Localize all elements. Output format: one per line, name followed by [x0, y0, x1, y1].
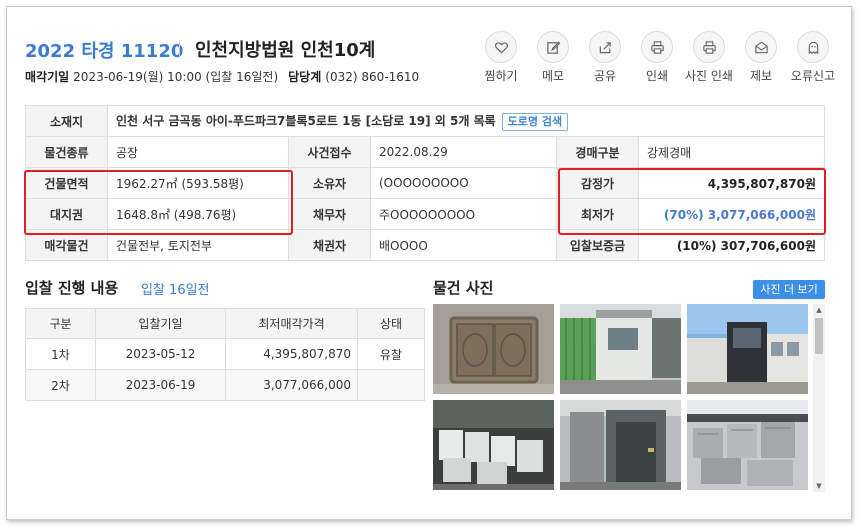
report-button[interactable]: 제보: [735, 31, 787, 84]
manager-label: 담당계: [288, 70, 322, 84]
mail-icon: [745, 31, 777, 63]
heart-icon: [485, 31, 517, 63]
road-search-button[interactable]: 도로명 검색: [501, 112, 569, 131]
row-round: 1차: [25, 338, 96, 370]
scroll-up-arrow-icon[interactable]: ▲: [813, 304, 825, 316]
gallery-scrollbar[interactable]: ▲ ▼: [813, 304, 825, 492]
print-button[interactable]: 인쇄: [631, 31, 683, 84]
owner-label: 소유자: [288, 167, 371, 199]
info-row-building: 건물면적 1962.27㎡ (593.58평) 소유자 (OOOOOOOOO 감…: [25, 167, 825, 199]
received-label: 사건접수: [288, 136, 371, 168]
min-price-label: 최저가: [556, 198, 639, 230]
favorite-button[interactable]: 찜하기: [475, 31, 527, 84]
debtor-label: 채무자: [288, 198, 371, 230]
property-info-table: 소재지 인천 서구 금곡동 아이-푸드파크7블록5로트 1동 [소담로 19] …: [25, 105, 825, 261]
bid-table-header: 구분 입찰기일 최저매각가격 상태: [25, 308, 425, 339]
error-report-button[interactable]: 오류신고: [787, 31, 839, 84]
auction-kind-label: 경매구분: [556, 136, 639, 168]
bid-history-table: 구분 입찰기일 최저매각가격 상태 1차 2023-05-12 4,395,80…: [25, 308, 425, 401]
edit-icon: [537, 31, 569, 63]
type-value: 공장: [107, 136, 289, 168]
manager-phone: (032) 860-1610: [325, 70, 420, 84]
received-value: 2022.08.29: [370, 136, 557, 168]
favorite-label: 찜하기: [484, 69, 518, 83]
sale-date-value: 2023-06-19(월) 10:00 (입찰 16일전): [73, 70, 279, 84]
table-row: 2차 2023-06-19 3,077,066,000: [25, 369, 425, 401]
header-round: 구분: [25, 308, 96, 339]
property-photo[interactable]: [687, 400, 808, 490]
property-photo[interactable]: [433, 304, 554, 394]
info-row-location: 소재지 인천 서구 금곡동 아이-푸드파크7블록5로트 1동 [소담로 19] …: [25, 105, 825, 137]
auction-detail-panel: 2022 타경 11120 인천지방법원 인천10계 매각기일 2023-06-1…: [6, 6, 852, 520]
creditor-value: 배OOOO: [370, 229, 557, 261]
info-row-land: 대지권 1648.8㎡ (498.76평) 채무자 주OOOOOOOOO 최저가…: [25, 198, 825, 230]
sale-item-value: 건물전부, 토지전부: [107, 229, 289, 261]
header-date: 입찰기일: [95, 308, 226, 339]
photo-gallery: ▲ ▼: [433, 304, 825, 492]
photo-print-label: 사진 인쇄: [685, 69, 733, 83]
row-status: 유찰: [357, 338, 425, 370]
error-report-label: 오류신고: [790, 69, 836, 83]
print-icon: [641, 31, 673, 63]
deposit-value: (10%) 307,706,600원: [638, 229, 825, 261]
photo-print-icon: [693, 31, 725, 63]
info-row-sale-item: 매각물건 건물전부, 토지전부 채권자 배OOOO 입찰보증금 (10%) 30…: [25, 229, 825, 261]
court-name: 인천지방법원 인천10계: [195, 40, 376, 61]
ghost-icon: [797, 31, 829, 63]
type-label: 물건종류: [25, 136, 108, 168]
print-label: 인쇄: [645, 69, 669, 83]
property-photo[interactable]: [560, 400, 681, 490]
header-min-price: 최저매각가격: [225, 308, 358, 339]
land-right-value: 1648.8㎡ (498.76평): [107, 198, 289, 230]
land-right-label: 대지권: [25, 198, 108, 230]
debtor-value: 주OOOOOOOOO: [370, 198, 557, 230]
property-photo[interactable]: [687, 304, 808, 394]
row-status: [357, 369, 425, 401]
share-icon: [589, 31, 621, 63]
row-date: 2023-06-19: [95, 369, 226, 401]
case-subline: 매각기일 2023-06-19(월) 10:00 (입찰 16일전) 담당계 (032…: [25, 68, 419, 85]
deposit-label: 입찰보증금: [556, 229, 639, 261]
scroll-down-arrow-icon[interactable]: ▼: [813, 480, 825, 492]
building-area-value: 1962.27㎡ (593.58평): [107, 167, 289, 199]
header-status: 상태: [357, 308, 425, 339]
bid-section-subtitle: 입찰 16일전: [141, 283, 210, 298]
photo-section-title: 물건 사진: [433, 279, 494, 297]
more-photos-button[interactable]: 사진 더 보기: [753, 280, 825, 299]
report-label: 제보: [749, 69, 773, 83]
property-photo[interactable]: [560, 304, 681, 394]
row-price: 4,395,807,870: [225, 338, 358, 370]
info-row-type: 물건종류 공장 사건접수 2022.08.29 경매구분 강제경매: [25, 136, 825, 168]
bid-section-title: 입찰 진행 내용: [25, 279, 119, 297]
row-price: 3,077,066,000: [225, 369, 358, 401]
memo-button[interactable]: 메모: [527, 31, 579, 84]
action-toolbar: 찜하기 메모 공유 인쇄 사진 인쇄 제보 오류신고: [475, 31, 839, 84]
table-row: 1차 2023-05-12 4,395,807,870 유찰: [25, 338, 425, 370]
sale-date-label: 매각기일: [25, 70, 70, 84]
location-cell: 인천 서구 금곡동 아이-푸드파크7블록5로트 1동 [소담로 19] 외 5개…: [107, 105, 825, 137]
row-round: 2차: [25, 369, 96, 401]
building-area-label: 건물면적: [25, 167, 108, 199]
photo-print-button[interactable]: 사진 인쇄: [683, 31, 735, 84]
memo-label: 메모: [541, 69, 565, 83]
case-number: 2022 타경 11120: [25, 41, 184, 62]
title-divider: [179, 41, 180, 57]
sale-item-label: 매각물건: [25, 229, 108, 261]
creditor-label: 채권자: [288, 229, 371, 261]
location-label: 소재지: [25, 105, 108, 137]
owner-value: (OOOOOOOOO: [370, 167, 557, 199]
property-photo[interactable]: [433, 400, 554, 490]
appraisal-value: 4,395,807,870원: [638, 167, 825, 199]
share-button[interactable]: 공유: [579, 31, 631, 84]
min-price-value: (70%) 3,077,066,000원: [638, 198, 825, 230]
row-date: 2023-05-12: [95, 338, 226, 370]
appraisal-label: 감정가: [556, 167, 639, 199]
scroll-thumb[interactable]: [815, 318, 823, 354]
auction-kind-value: 강제경매: [638, 136, 825, 168]
location-value: 인천 서구 금곡동 아이-푸드파크7블록5로트 1동 [소담로 19] 외 5개…: [116, 113, 496, 128]
share-label: 공유: [593, 69, 617, 83]
